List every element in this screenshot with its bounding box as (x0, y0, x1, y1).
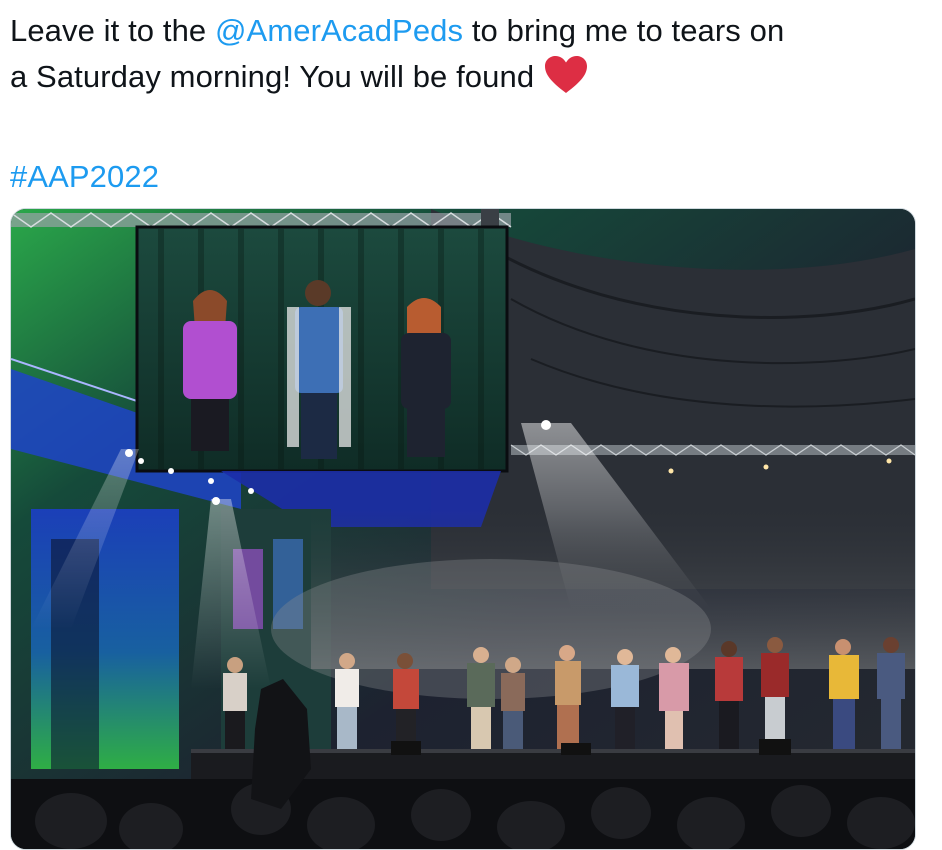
tweet-line-2: a Saturday morning! You will be found (10, 54, 935, 108)
tweet-photo[interactable] (10, 208, 916, 850)
tweet-text-segment: to bring me to tears on (463, 13, 785, 48)
red-heart-icon (544, 55, 588, 108)
tweet-line-1: Leave it to the @AmerAcadPeds to bring m… (10, 8, 935, 54)
tweet-text-segment: a Saturday morning! You will be found (10, 59, 535, 94)
concert-stage-photo (11, 209, 915, 849)
tweet-text: Leave it to the @AmerAcadPeds to bring m… (10, 8, 935, 200)
mention-link[interactable]: @AmerAcadPeds (215, 13, 463, 48)
tweet-text-segment: Leave it to the (10, 13, 215, 48)
hashtag-link[interactable]: #AAP2022 (10, 159, 159, 194)
tweet-line-3: #AAP2022 (10, 154, 935, 200)
